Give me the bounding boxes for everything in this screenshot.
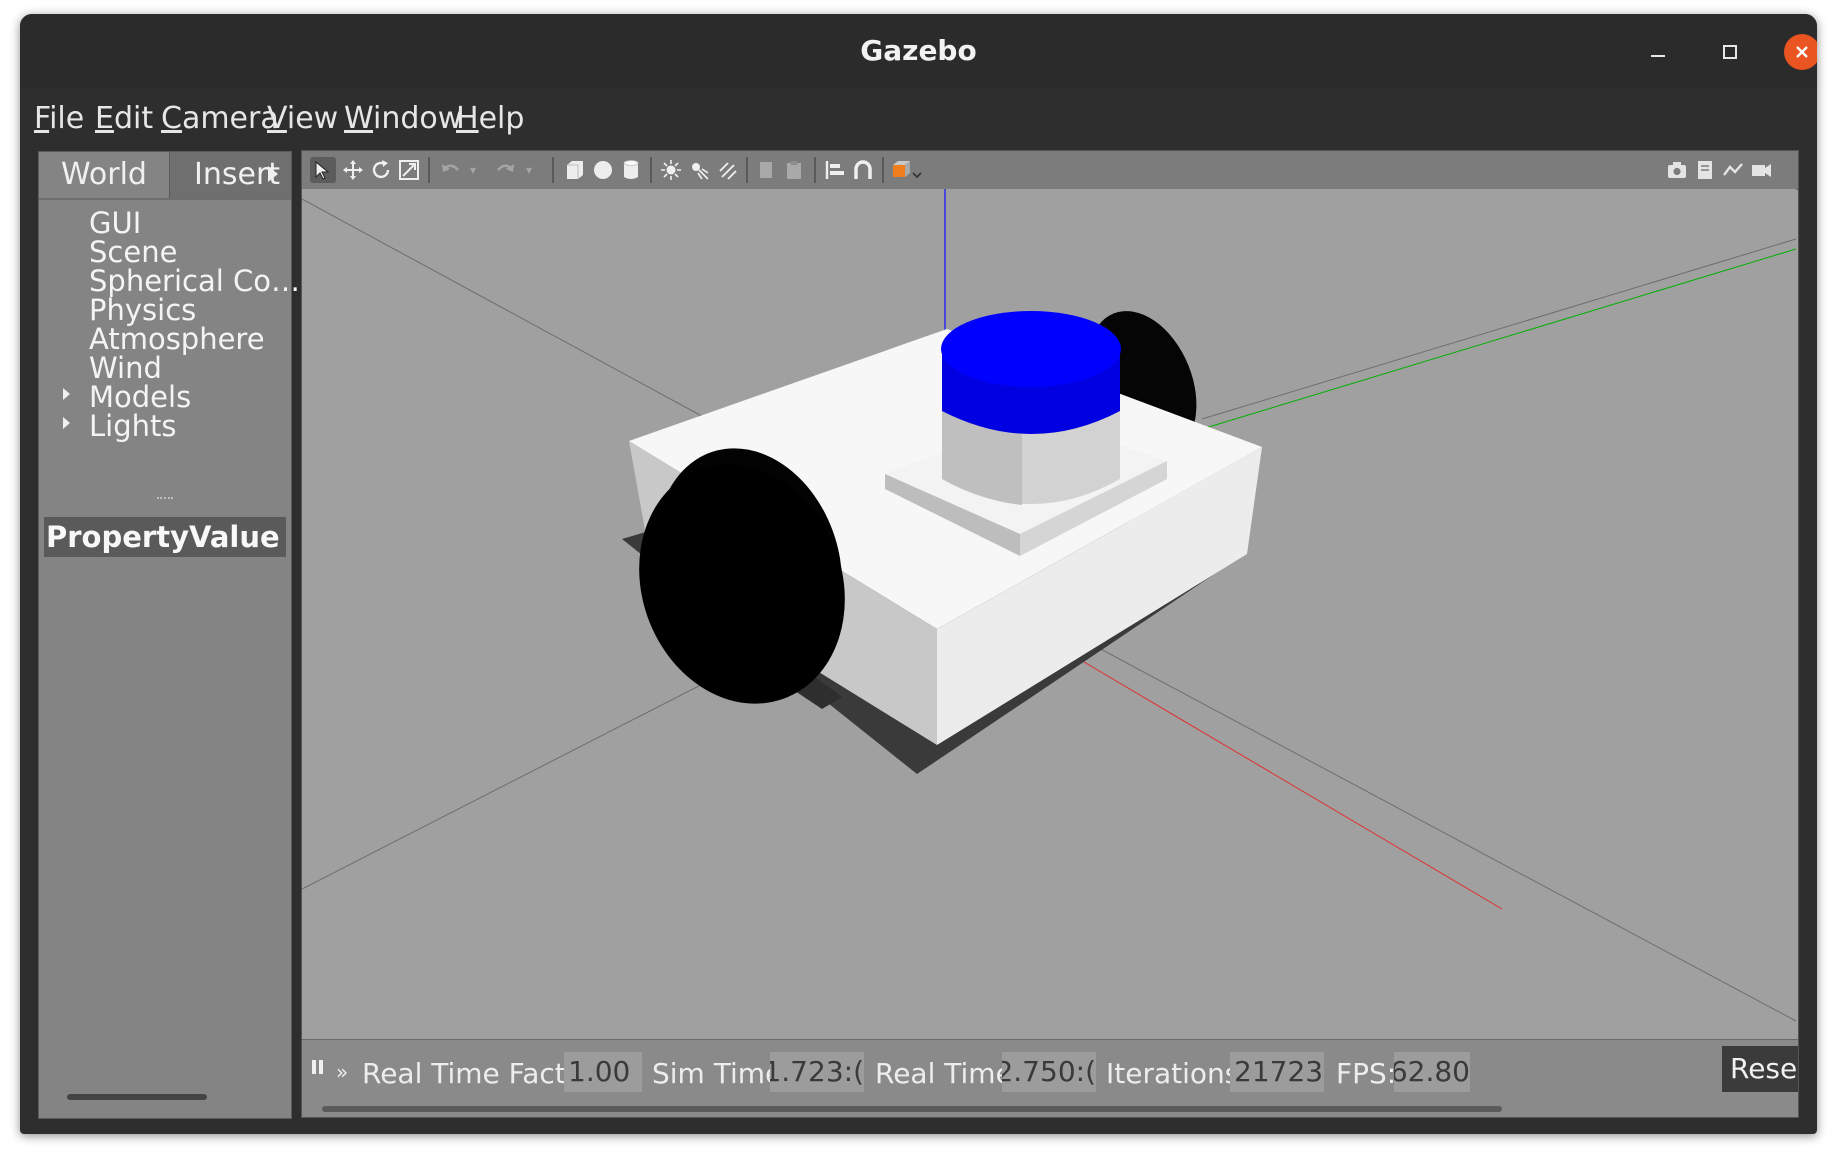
toolbar: ▾ ▾: [302, 151, 1798, 190]
maximize-icon: [1723, 45, 1737, 59]
paste-icon[interactable]: [782, 157, 808, 183]
menu-camera[interactable]: Camera: [161, 94, 279, 144]
real-time-factor-value: 1.00: [564, 1052, 642, 1092]
undo-dropdown-icon[interactable]: ▾: [466, 157, 480, 183]
reset-time-button[interactable]: Reset T: [1722, 1046, 1798, 1092]
menu-bar: File Edit Camera View Window Help: [20, 94, 1817, 144]
close-button[interactable]: [1784, 34, 1817, 70]
scale-icon[interactable]: [396, 157, 422, 183]
fps-value: 62.80: [1394, 1052, 1470, 1092]
status-scrollbar[interactable]: [322, 1106, 1502, 1112]
menu-help[interactable]: Help: [456, 94, 524, 144]
view-angle-icon[interactable]: [890, 157, 924, 183]
tab-scroll-right-icon[interactable]: [268, 166, 278, 182]
toolbar-separator: [882, 157, 884, 183]
step-icon[interactable]: »: [336, 1060, 348, 1084]
rotate-icon[interactable]: [368, 157, 394, 183]
title-bar[interactable]: Gazebo: [20, 14, 1817, 88]
snap-icon[interactable]: [850, 157, 876, 183]
real-time-label: Real Time:: [875, 1057, 1023, 1090]
fps-label: FPS:: [1336, 1057, 1397, 1090]
expand-arrow-icon[interactable]: [63, 417, 70, 429]
panel-splitter-handle[interactable]: [157, 497, 173, 501]
iterations-value: 21723: [1230, 1052, 1324, 1092]
left-panel: World Insert GUI Scene Spherical Co… Phy…: [38, 151, 300, 1119]
minimize-button[interactable]: [1640, 34, 1676, 70]
sim-time-value: ):21.723: [770, 1052, 864, 1092]
status-bar: » Real Time Factor: 1.00 Sim Time: ):21.…: [302, 1039, 1798, 1117]
menu-file[interactable]: File: [34, 94, 84, 144]
plot-icon[interactable]: [1720, 157, 1746, 183]
redo-icon[interactable]: [492, 157, 518, 183]
3d-scene[interactable]: [302, 189, 1796, 1037]
real-time-value: ):22.750: [1002, 1052, 1096, 1092]
expand-arrow-icon[interactable]: [63, 388, 70, 400]
maximize-button[interactable]: [1712, 34, 1748, 70]
toolbar-separator: [814, 157, 816, 183]
horizontal-scrollbar[interactable]: [67, 1094, 207, 1100]
pause-button[interactable]: [310, 1056, 326, 1082]
menu-edit[interactable]: Edit: [95, 94, 153, 144]
align-icon[interactable]: [822, 157, 848, 183]
menu-window[interactable]: Window: [344, 94, 462, 144]
log-icon[interactable]: [1692, 157, 1718, 183]
minimize-icon: [1651, 55, 1665, 57]
toolbar-separator: [428, 157, 430, 183]
spot-light-icon[interactable]: [686, 157, 712, 183]
tab-world[interactable]: World: [39, 152, 166, 198]
translate-icon[interactable]: [340, 157, 366, 183]
menu-view[interactable]: View: [267, 94, 338, 144]
render-viewport[interactable]: ▾ ▾ » Real Time Factor: 1.00 Sim Time:)…: [301, 150, 1799, 1118]
gazebo-window: Gazebo File Edit Camera View Window Help…: [20, 14, 1817, 1134]
toolbar-separator: [746, 157, 748, 183]
sensor-top-cap: [941, 311, 1121, 387]
pause-icon: [312, 1060, 323, 1074]
tree-item-lights[interactable]: Lights: [89, 409, 176, 443]
iterations-label: Iterations:: [1106, 1057, 1249, 1090]
screenshot-icon[interactable]: [1664, 157, 1690, 183]
toolbar-separator: [650, 157, 652, 183]
world-tree: GUI Scene Spherical Co… Physics Atmosphe…: [39, 198, 300, 460]
select-icon[interactable]: [310, 157, 336, 183]
point-light-icon[interactable]: [658, 157, 684, 183]
record-video-icon[interactable]: [1748, 157, 1774, 183]
toolbar-separator: [552, 157, 554, 183]
cylinder-icon[interactable]: [618, 157, 644, 183]
close-icon: [1796, 46, 1808, 58]
window-title: Gazebo: [860, 34, 977, 67]
copy-icon[interactable]: [754, 157, 780, 183]
property-header: PropertyValue: [44, 517, 286, 557]
sphere-icon[interactable]: [590, 157, 616, 183]
directional-light-icon[interactable]: [714, 157, 740, 183]
undo-icon[interactable]: [438, 157, 464, 183]
box-icon[interactable]: [562, 157, 588, 183]
redo-dropdown-icon[interactable]: ▾: [522, 157, 536, 183]
